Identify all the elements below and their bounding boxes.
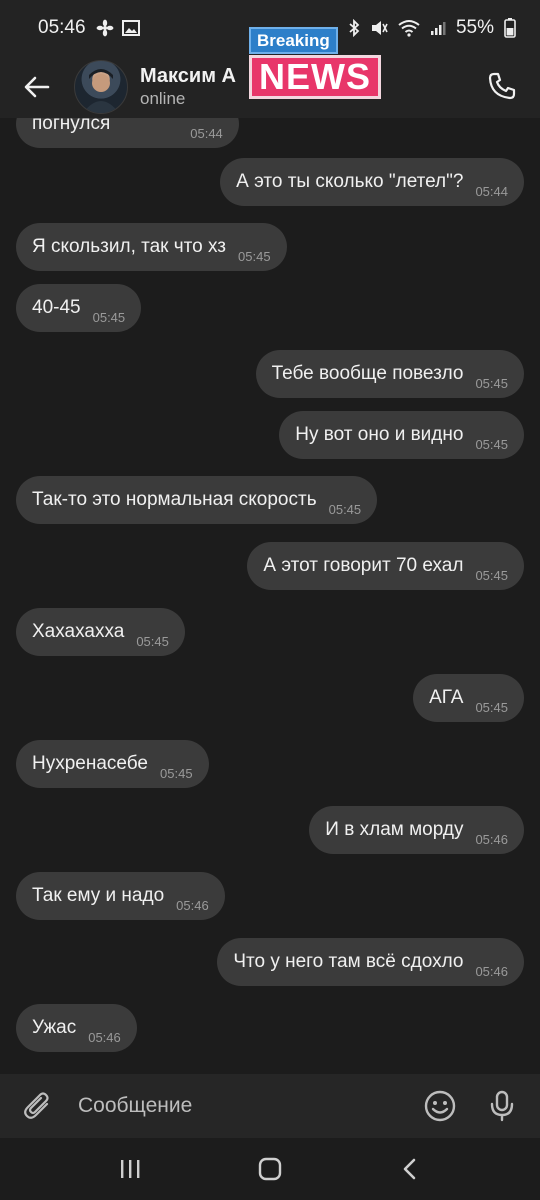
message-text: Ну вот оно и видно xyxy=(295,424,464,445)
signal-icon xyxy=(430,20,446,36)
message-text: Ужас xyxy=(32,1017,77,1038)
message-input[interactable] xyxy=(76,1093,420,1119)
news-label: NEWS xyxy=(249,55,381,99)
message-outgoing[interactable]: А это ты сколько "летел"? 05:44 xyxy=(220,158,524,206)
message-time: 05:46 xyxy=(475,963,508,979)
recents-button[interactable] xyxy=(100,1144,160,1194)
message-outgoing[interactable]: А этот говорит 70 ехал 05:45 xyxy=(247,542,524,590)
image-icon xyxy=(121,20,140,36)
message-text: А этот говорит 70 ехал xyxy=(263,555,464,576)
message-time: 05:44 xyxy=(475,183,508,199)
home-icon xyxy=(258,1157,282,1181)
message-incoming[interactable]: Я скользил, так что хз 05:45 xyxy=(16,223,287,271)
battery-percentage: 55% xyxy=(455,17,494,38)
phone-icon xyxy=(488,72,516,100)
message-text: Так-то это нормальная скорость xyxy=(32,489,317,510)
message-text: погнулся xyxy=(32,118,111,134)
microphone-button[interactable] xyxy=(482,1086,522,1126)
message-composer xyxy=(0,1074,540,1138)
microphone-icon xyxy=(490,1090,514,1122)
message-time: 05:45 xyxy=(475,436,508,452)
call-button[interactable] xyxy=(480,64,524,108)
message-text: А это ты сколько "летел"? xyxy=(236,171,464,192)
fan-icon xyxy=(96,19,114,37)
chat-screen: 05:46 55% Максим А online Breaking NEWS … xyxy=(0,0,540,1200)
avatar[interactable] xyxy=(74,60,128,114)
contact-status: online xyxy=(140,89,186,108)
message-outgoing[interactable]: Тебе вообще повезло 05:45 xyxy=(255,350,524,398)
message-list[interactable]: погнулся 05:44 А это ты сколько "летел"?… xyxy=(0,118,540,1074)
attach-button[interactable] xyxy=(18,1086,58,1126)
message-time: 05:45 xyxy=(328,501,362,517)
message-incoming[interactable]: Нухренасебе 05:45 xyxy=(16,740,209,788)
message-time: 05:45 xyxy=(475,375,508,391)
system-navigation-bar xyxy=(0,1138,540,1200)
message-time: 05:44 xyxy=(190,125,223,141)
home-button[interactable] xyxy=(240,1144,300,1194)
breaking-label: Breaking xyxy=(249,27,338,54)
message-time: 05:45 xyxy=(160,765,193,781)
message-text: Так ему и надо xyxy=(32,885,165,906)
message-time: 05:46 xyxy=(88,1029,121,1045)
chevron-left-icon xyxy=(403,1158,416,1180)
message-time: 05:45 xyxy=(475,567,508,583)
message-incoming[interactable]: Так ему и надо 05:46 xyxy=(16,872,225,920)
recents-icon xyxy=(121,1160,140,1178)
message-text: Что у него там всё сдохло xyxy=(233,951,464,972)
back-button[interactable] xyxy=(0,56,74,118)
message-time: 05:45 xyxy=(238,248,271,264)
emoji-icon xyxy=(424,1090,456,1122)
message-text: Хахахахха xyxy=(32,621,125,642)
message-time: 05:45 xyxy=(92,309,126,325)
message-text: 40-45 xyxy=(32,297,81,318)
message-time: 05:46 xyxy=(176,897,209,913)
emoji-button[interactable] xyxy=(420,1086,460,1126)
message-outgoing[interactable]: Что у него там всё сдохло 05:46 xyxy=(217,938,524,986)
message-outgoing[interactable]: Ну вот оно и видно 05:45 xyxy=(279,411,524,459)
battery-icon xyxy=(504,18,516,38)
message-time: 05:45 xyxy=(475,699,508,715)
message-incoming[interactable]: Хахахахха 05:45 xyxy=(16,608,185,656)
message-incoming[interactable]: 40-45 05:45 xyxy=(16,284,142,332)
back-nav-button[interactable] xyxy=(380,1144,440,1194)
message-outgoing[interactable]: АГА 05:45 xyxy=(413,674,524,722)
message-outgoing[interactable]: И в хлам морду 05:46 xyxy=(309,806,524,854)
message-time: 05:45 xyxy=(136,633,169,649)
message-incoming[interactable]: Так-то это нормальная скорость 05:45 xyxy=(16,476,378,524)
contact-info[interactable]: Максим А online xyxy=(140,64,236,110)
wifi-icon xyxy=(398,19,420,37)
message-text: Я скользил, так что хз xyxy=(32,236,227,257)
message-text: Тебе вообще повезло xyxy=(271,363,464,384)
message-text: АГА xyxy=(429,687,464,708)
status-time: 05:46 xyxy=(38,17,86,38)
arrow-left-icon xyxy=(24,76,50,98)
message-time: 05:46 xyxy=(475,831,508,847)
message-incoming[interactable]: Ужас 05:46 xyxy=(16,1004,137,1052)
message-text: Нухренасебе xyxy=(32,753,149,774)
paperclip-icon xyxy=(24,1092,49,1119)
breaking-news-sticker: Breaking NEWS xyxy=(249,27,381,99)
message-incoming[interactable]: погнулся 05:44 xyxy=(16,118,239,148)
message-text: И в хлам морду xyxy=(325,819,464,840)
contact-name: Максим А xyxy=(140,65,236,87)
